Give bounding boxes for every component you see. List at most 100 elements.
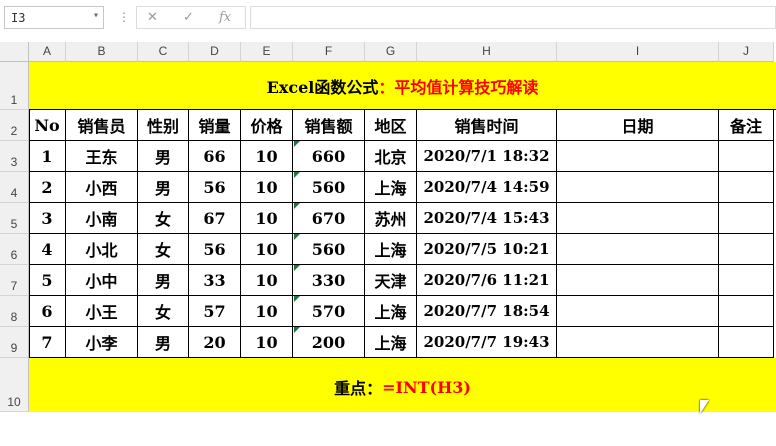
confirm-icon[interactable]: ✓: [183, 10, 194, 25]
table-cell[interactable]: 女: [138, 296, 189, 327]
table-cell[interactable]: 2020/7/6 11:21: [417, 265, 557, 296]
table-cell[interactable]: [719, 141, 774, 172]
table-header-cell[interactable]: 性别: [138, 110, 189, 141]
row-header-2[interactable]: 2: [0, 110, 29, 141]
name-box[interactable]: I3 ▾: [4, 6, 104, 29]
row-header-4[interactable]: 4: [0, 172, 29, 203]
row-header-9[interactable]: 9: [0, 327, 29, 358]
table-cell[interactable]: [557, 141, 719, 172]
table-cell[interactable]: 女: [138, 203, 189, 234]
table-cell[interactable]: 4: [29, 234, 66, 265]
sheet-title[interactable]: Excel函数公式 ：平均值计算技巧解读: [29, 62, 776, 110]
table-cell[interactable]: 570: [293, 296, 365, 327]
table-cell[interactable]: 上海: [365, 172, 417, 203]
table-cell[interactable]: [719, 172, 774, 203]
table-cell[interactable]: 67: [189, 203, 241, 234]
table-cell[interactable]: 200: [293, 327, 365, 358]
table-cell[interactable]: 2020/7/4 15:43: [417, 203, 557, 234]
table-cell[interactable]: 56: [189, 234, 241, 265]
table-cell[interactable]: 天津: [365, 265, 417, 296]
table-cell[interactable]: [719, 265, 774, 296]
cancel-icon[interactable]: ✕: [147, 10, 158, 25]
table-cell[interactable]: [557, 265, 719, 296]
column-header-b[interactable]: B: [66, 42, 138, 62]
select-all-corner[interactable]: [0, 42, 29, 62]
table-cell[interactable]: 小西: [66, 172, 138, 203]
table-header-cell[interactable]: No: [29, 110, 66, 141]
table-cell[interactable]: 560: [293, 234, 365, 265]
table-header-cell[interactable]: 备注: [719, 110, 774, 141]
table-cell[interactable]: 苏州: [365, 203, 417, 234]
table-header-cell[interactable]: 日期: [557, 110, 719, 141]
table-cell[interactable]: 10: [241, 265, 293, 296]
table-cell[interactable]: 男: [138, 141, 189, 172]
table-cell[interactable]: 2020/7/5 10:21: [417, 234, 557, 265]
table-cell[interactable]: [557, 327, 719, 358]
table-cell[interactable]: 男: [138, 327, 189, 358]
table-cell[interactable]: 小北: [66, 234, 138, 265]
table-cell[interactable]: 上海: [365, 234, 417, 265]
table-header-cell[interactable]: 地区: [365, 110, 417, 141]
row-header-1[interactable]: 1: [0, 62, 29, 110]
table-cell[interactable]: 2020/7/7 19:43: [417, 327, 557, 358]
table-cell[interactable]: 2: [29, 172, 66, 203]
table-cell[interactable]: 上海: [365, 296, 417, 327]
table-cell[interactable]: 女: [138, 234, 189, 265]
table-cell[interactable]: [557, 172, 719, 203]
table-cell[interactable]: 2020/7/4 14:59: [417, 172, 557, 203]
table-cell[interactable]: 33: [189, 265, 241, 296]
table-cell[interactable]: 330: [293, 265, 365, 296]
table-cell[interactable]: 男: [138, 265, 189, 296]
table-cell[interactable]: 66: [189, 141, 241, 172]
table-cell[interactable]: 小王: [66, 296, 138, 327]
table-cell[interactable]: 57: [189, 296, 241, 327]
table-cell[interactable]: 1: [29, 141, 66, 172]
table-cell[interactable]: [719, 327, 774, 358]
table-cell[interactable]: 10: [241, 234, 293, 265]
row-header-6[interactable]: 6: [0, 234, 29, 265]
column-header-j[interactable]: J: [719, 42, 774, 62]
table-cell[interactable]: 男: [138, 172, 189, 203]
table-header-cell[interactable]: 价格: [241, 110, 293, 141]
table-cell[interactable]: 小李: [66, 327, 138, 358]
column-header-i[interactable]: I: [557, 42, 719, 62]
chevron-down-icon[interactable]: ▾: [93, 10, 99, 21]
table-cell[interactable]: [719, 203, 774, 234]
table-cell[interactable]: [719, 296, 774, 327]
table-cell[interactable]: 小中: [66, 265, 138, 296]
table-cell[interactable]: 北京: [365, 141, 417, 172]
table-cell[interactable]: 5: [29, 265, 66, 296]
table-cell[interactable]: 56: [189, 172, 241, 203]
column-header-e[interactable]: E: [241, 42, 293, 62]
formula-input[interactable]: [250, 6, 776, 29]
row-header-3[interactable]: 3: [0, 141, 29, 172]
table-cell[interactable]: [557, 234, 719, 265]
column-header-f[interactable]: F: [293, 42, 365, 62]
table-cell[interactable]: 王东: [66, 141, 138, 172]
table-cell[interactable]: 3: [29, 203, 66, 234]
table-cell[interactable]: 7: [29, 327, 66, 358]
table-cell[interactable]: 660: [293, 141, 365, 172]
column-header-h[interactable]: H: [417, 42, 557, 62]
table-header-cell[interactable]: 销售员: [66, 110, 138, 141]
table-cell[interactable]: [719, 234, 774, 265]
table-cell[interactable]: 10: [241, 172, 293, 203]
table-cell[interactable]: 2020/7/7 18:54: [417, 296, 557, 327]
column-header-a[interactable]: A: [29, 42, 66, 62]
table-cell[interactable]: 上海: [365, 327, 417, 358]
insert-function-icon[interactable]: fx: [219, 10, 231, 25]
table-cell[interactable]: 10: [241, 141, 293, 172]
table-header-cell[interactable]: 销量: [189, 110, 241, 141]
row-header-8[interactable]: 8: [0, 296, 29, 327]
table-cell[interactable]: 10: [241, 296, 293, 327]
table-cell[interactable]: 20: [189, 327, 241, 358]
column-header-d[interactable]: D: [189, 42, 241, 62]
row-header-7[interactable]: 7: [0, 265, 29, 296]
table-cell[interactable]: 2020/7/1 18:32: [417, 141, 557, 172]
table-cell[interactable]: 6: [29, 296, 66, 327]
table-cell[interactable]: 小南: [66, 203, 138, 234]
row-header-10[interactable]: 10: [0, 358, 29, 412]
table-header-cell[interactable]: 销售额: [293, 110, 365, 141]
table-cell[interactable]: [557, 296, 719, 327]
row-header-5[interactable]: 5: [0, 203, 29, 234]
